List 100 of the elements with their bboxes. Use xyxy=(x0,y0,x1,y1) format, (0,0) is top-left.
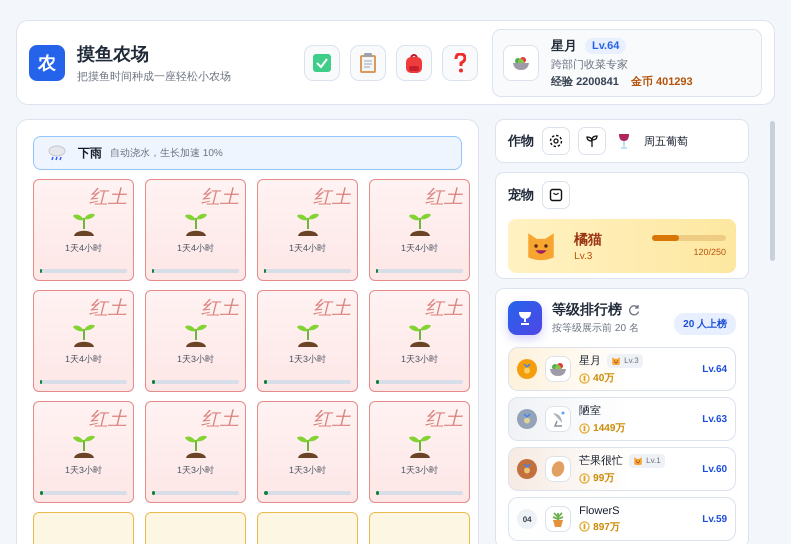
clipboard-button[interactable] xyxy=(350,44,386,80)
growth-time: 1天3小时 xyxy=(288,464,326,477)
weather-title: 下雨 xyxy=(78,144,102,162)
farm-plot[interactable]: 红土 1天4小时 xyxy=(33,179,134,281)
player-level: Lv.59 xyxy=(702,514,728,524)
farm-plot[interactable]: 红土 1天4小时 xyxy=(145,179,246,281)
shop-bag-button[interactable] xyxy=(542,181,570,209)
farm-plot[interactable]: 红土 1天3小时 xyxy=(145,401,246,503)
pet-level-tag: Lv.3 xyxy=(607,354,643,368)
settings-button[interactable] xyxy=(542,127,570,155)
player-name: FlowerS xyxy=(579,504,620,516)
pet-name: 橘猫 xyxy=(574,230,602,248)
soil-label: 红土 xyxy=(89,297,127,321)
level-badge: Lv.64 xyxy=(585,38,626,54)
farm-plot[interactable]: 红土 1天3小时 xyxy=(145,290,246,392)
leaderboard-subtitle: 按等级展示前 20 名 xyxy=(552,322,640,335)
soil-label: 红土 xyxy=(425,186,463,210)
soil-label: 红土 xyxy=(201,186,239,210)
coin-icon xyxy=(579,472,590,484)
experience-text: 经验 2200841 xyxy=(551,74,619,88)
player-name: 星月 xyxy=(579,354,602,368)
soil-label: 红土 xyxy=(313,408,351,432)
player-title: 跨部门收菜专家 xyxy=(551,58,629,72)
clipboard-icon xyxy=(360,52,376,72)
leaderboard-row[interactable]: 芒果很忙 Lv.1 99万 Lv.60 xyxy=(508,447,736,491)
farm-plot[interactable]: 红土 1天3小时 xyxy=(369,290,470,392)
growth-time: 1天4小时 xyxy=(176,242,214,255)
rain-cloud-icon xyxy=(48,145,66,161)
leaderboard-row[interactable]: 星月 Lv.3 40万 Lv.64 xyxy=(508,347,736,391)
leaderboard-title: 等级排行榜 xyxy=(552,301,622,319)
farm-plot[interactable]: 红土 1天4小时 xyxy=(33,290,134,392)
bag-icon xyxy=(549,188,564,202)
soil-label: 红土 xyxy=(201,408,239,432)
player-name: 芒果很忙 xyxy=(579,454,624,468)
salad-bowl-icon xyxy=(549,361,568,377)
app-logo: 农 xyxy=(29,44,65,80)
player-name: 星月 xyxy=(551,36,577,54)
potted-plant-icon xyxy=(550,510,566,528)
scrollbar[interactable] xyxy=(770,121,775,261)
app-title: 摸鱼农场 xyxy=(77,42,150,66)
player-level: Lv.64 xyxy=(702,364,728,374)
coin-amount: 897万 xyxy=(593,520,620,534)
current-crop: 周五葡萄 xyxy=(644,134,688,148)
growth-time: 1天3小时 xyxy=(288,353,326,366)
growth-time: 1天4小时 xyxy=(288,242,326,255)
sprout-outline-icon xyxy=(585,134,600,148)
growth-time: 1天3小时 xyxy=(400,464,438,477)
growth-time: 1天3小时 xyxy=(176,353,214,366)
coin-amount: 40万 xyxy=(593,372,614,385)
growth-time: 1天3小时 xyxy=(176,464,214,477)
leaderboard-row[interactable]: 陋室 1449万 Lv.63 xyxy=(508,397,736,441)
coin-icon xyxy=(579,372,590,384)
farm-plot[interactable]: 红土 1天4小时 xyxy=(369,179,470,281)
soil-label: 红土 xyxy=(89,186,127,210)
backpack-icon xyxy=(405,52,423,72)
pet-level-tag: Lv.1 xyxy=(629,454,665,468)
weather-description: 自动浇水，生长加速 10% xyxy=(110,146,223,160)
farm-plot[interactable]: 红土 1天3小时 xyxy=(369,401,470,503)
settings-icon xyxy=(548,133,564,149)
rank-number: 04 xyxy=(517,509,538,529)
leaderboard-row[interactable]: 04 FlowerS 897万 Lv.59 xyxy=(508,497,736,541)
trophy-icon xyxy=(517,311,534,325)
wine-glass-icon xyxy=(618,133,630,149)
soil-label: 红土 xyxy=(313,186,351,210)
pet-card[interactable]: 橘猫 Lv.3 120/250 xyxy=(508,219,736,273)
backpack-button[interactable] xyxy=(396,44,432,80)
cat-face-icon xyxy=(611,356,622,366)
player-name: 陋室 xyxy=(579,404,602,418)
growth-time: 1天3小时 xyxy=(64,464,102,477)
soil-label: 红土 xyxy=(201,297,239,321)
crops-title: 作物 xyxy=(508,132,534,150)
farm-plot[interactable]: 红土 1天3小时 xyxy=(257,290,358,392)
cat-face-icon xyxy=(633,456,644,466)
player-level: Lv.63 xyxy=(702,414,728,424)
refresh-icon[interactable] xyxy=(628,304,640,316)
coin-amount: 99万 xyxy=(593,472,614,485)
farm-plot[interactable]: 红土 1天4小时 xyxy=(257,179,358,281)
checkmark-icon xyxy=(313,54,331,72)
farm-plot[interactable]: 红土 1天3小时 xyxy=(33,401,134,503)
app-subtitle: 把摸鱼时间种成一座轻松小农场 xyxy=(77,70,232,84)
player-level: Lv.60 xyxy=(702,464,728,474)
soil-label: 红土 xyxy=(425,297,463,321)
coin-icon xyxy=(579,422,590,434)
growth-time: 1天4小时 xyxy=(400,242,438,255)
soil-label: 红土 xyxy=(89,408,127,432)
pet-exp-text: 120/250 xyxy=(694,247,726,257)
pet-level: Lv.3 xyxy=(574,250,594,262)
growth-time: 1天3小时 xyxy=(400,353,438,366)
satellite-dish-icon xyxy=(550,410,566,428)
growth-time: 1天4小时 xyxy=(64,242,102,255)
task-check-button[interactable] xyxy=(304,44,340,80)
soil-label: 红土 xyxy=(313,297,351,321)
coin-icon xyxy=(579,521,590,532)
growth-time: 1天4小时 xyxy=(64,353,102,366)
help-button[interactable] xyxy=(442,44,478,80)
farm-plot[interactable]: 红土 1天3小时 xyxy=(257,401,358,503)
question-mark-icon xyxy=(454,52,466,72)
coins-text: 金币 401293 xyxy=(630,74,693,88)
soil-label: 红土 xyxy=(425,408,463,432)
sprout-button[interactable] xyxy=(578,127,606,155)
